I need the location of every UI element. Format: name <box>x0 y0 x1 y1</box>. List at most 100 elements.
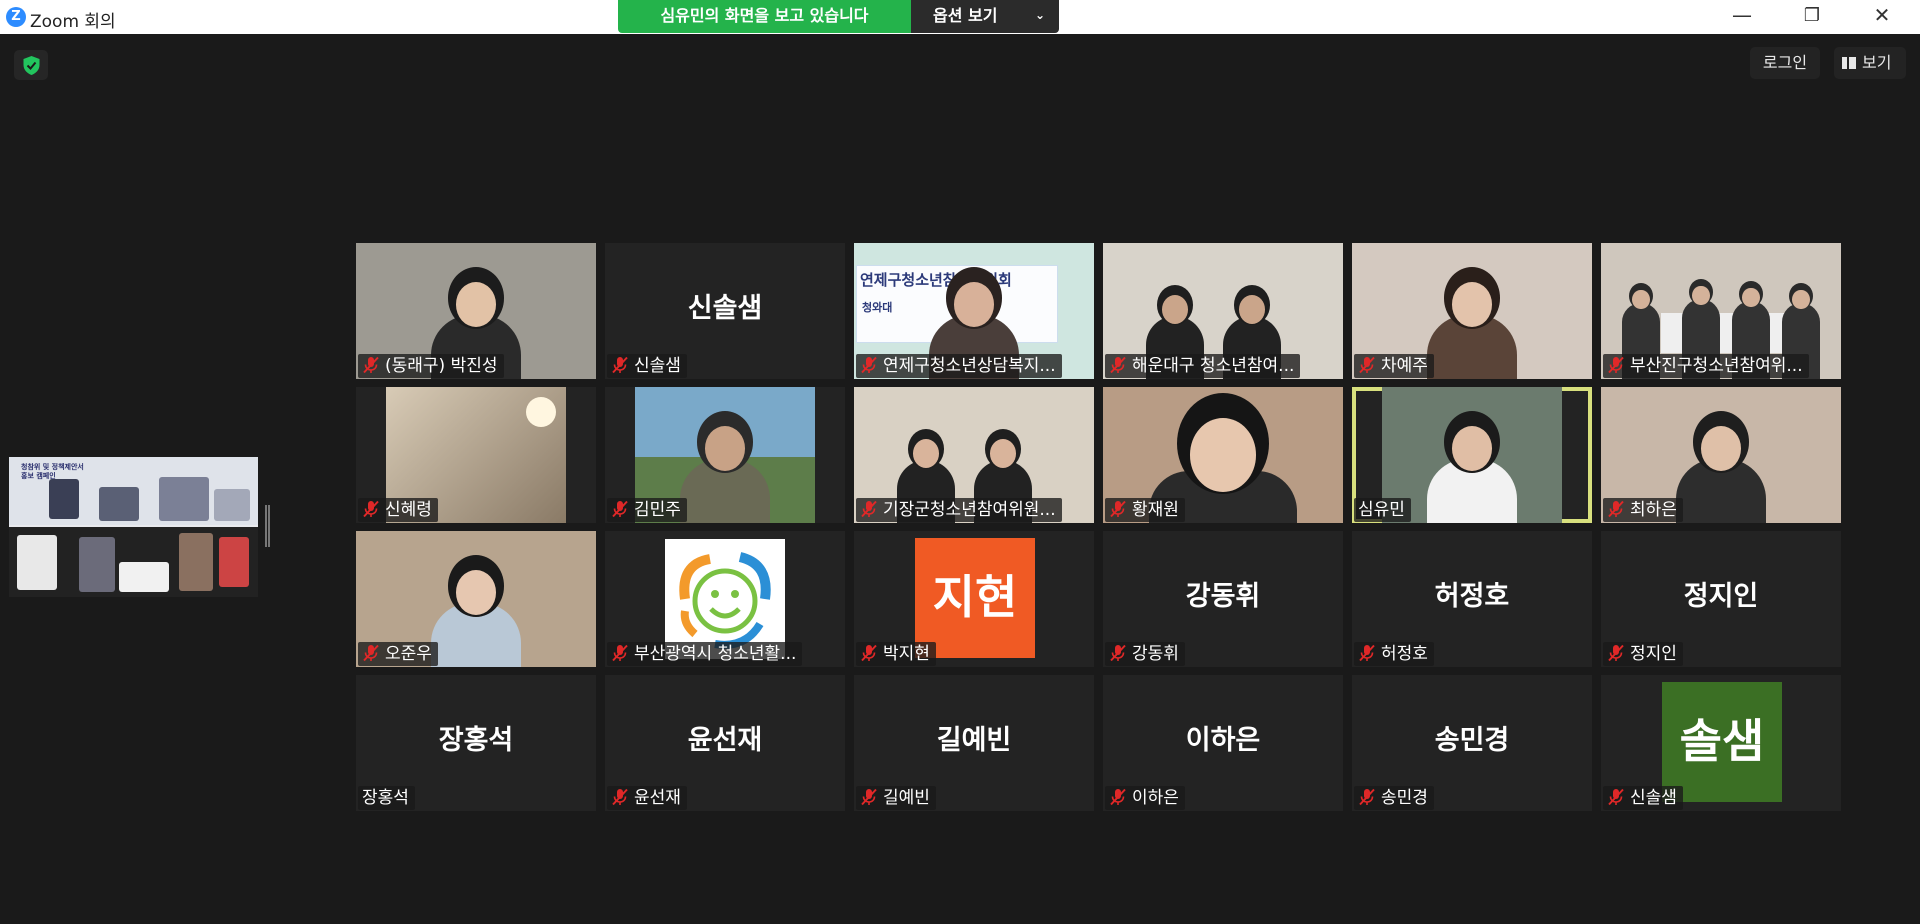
smile-logo-icon <box>679 552 771 649</box>
muted-mic-icon <box>1109 500 1127 518</box>
view-button[interactable]: 보기 <box>1834 47 1906 79</box>
shield-icon <box>23 56 40 75</box>
view-button-label: 보기 <box>1862 53 1892 72</box>
participant-tile[interactable]: 지현 박지현 <box>854 531 1094 667</box>
participant-tile[interactable]: 부산광역시 청소년활... <box>605 531 845 667</box>
view-options-label: 옵션 보기 <box>933 6 998 25</box>
participant-name: 이하은 <box>1132 788 1179 808</box>
participant-name: 허정호 <box>1381 644 1428 664</box>
muted-mic-icon <box>362 644 380 662</box>
photo-figure <box>219 537 249 587</box>
muted-mic-icon <box>1607 356 1625 374</box>
security-shield-button[interactable] <box>14 50 48 80</box>
participant-tile[interactable]: (동래구) 박진성 <box>356 243 596 379</box>
participant-name-label: 박지현 <box>856 642 936 666</box>
muted-mic-icon <box>860 356 878 374</box>
participant-name-label: 허정호 <box>1354 642 1434 666</box>
participant-name: 김민주 <box>634 500 681 520</box>
panel-resize-handle[interactable] <box>265 505 270 547</box>
minimize-button[interactable]: — <box>1714 0 1770 33</box>
muted-mic-icon <box>860 500 878 518</box>
participant-name: 정지인 <box>1630 644 1677 664</box>
organization-logo <box>665 539 785 659</box>
participant-name-label: 연제구청소년상담복지... <box>856 354 1062 378</box>
participant-name-label: 해운대구 청소년참여... <box>1105 354 1301 378</box>
participant-avatar: 솔샘 <box>1662 682 1782 802</box>
photo-figure <box>214 489 250 521</box>
participant-tile[interactable]: 오준우 <box>356 531 596 667</box>
participant-tile[interactable]: 김민주 <box>605 387 845 523</box>
restore-button[interactable]: ❐ <box>1784 0 1840 33</box>
participant-tile[interactable]: 송민경 송민경 <box>1352 675 1592 811</box>
participant-name: 오준우 <box>385 644 432 664</box>
zoom-logo-icon: Z <box>6 7 26 27</box>
participant-tile[interactable]: 장홍석 장홍석 <box>356 675 596 811</box>
participant-tile[interactable]: 정지인 정지인 <box>1601 531 1841 667</box>
participant-tile[interactable]: 허정호 허정호 <box>1352 531 1592 667</box>
close-button[interactable]: ✕ <box>1854 0 1910 33</box>
participant-name: 윤선재 <box>634 788 681 808</box>
muted-mic-icon <box>1358 356 1376 374</box>
participant-name-label: 김민주 <box>607 498 687 522</box>
participant-name-label: 이하은 <box>1105 786 1185 810</box>
participant-name: (동래구) 박진성 <box>385 356 498 376</box>
participant-name-label: 심유민 <box>1354 498 1411 522</box>
muted-mic-icon <box>362 356 380 374</box>
muted-mic-icon <box>1607 788 1625 806</box>
shared-screen-thumbnail[interactable]: 청참위 및 정책제안서 홍보 캠페인 <box>9 457 258 597</box>
window-title: Zoom 회의 <box>30 12 116 32</box>
participant-name: 장홍석 <box>362 788 409 808</box>
participant-tile[interactable]: 강동휘 강동휘 <box>1103 531 1343 667</box>
participant-name-label: 부산진구청소년참여위... <box>1603 354 1809 378</box>
participant-tile[interactable]: 연제구청소년참여위원회 청와대 연제구청소년상담복지... <box>854 243 1094 379</box>
participant-name-label: 송민경 <box>1354 786 1434 810</box>
participant-tile[interactable]: 부산진구청소년참여위... <box>1601 243 1841 379</box>
chevron-down-icon: ⌄ <box>1034 8 1045 22</box>
participant-tile[interactable]: 신혜령 <box>356 387 596 523</box>
participant-avatar: 지현 <box>915 538 1035 658</box>
participant-name: 송민경 <box>1381 788 1428 808</box>
participant-tile[interactable]: 차예주 <box>1352 243 1592 379</box>
view-layout-icon <box>1842 57 1856 69</box>
participant-name-label: 신솔샘 <box>1603 786 1683 810</box>
participant-tile[interactable]: 길예빈 길예빈 <box>854 675 1094 811</box>
participant-tile[interactable]: 신솔샘 신솔샘 <box>605 243 845 379</box>
participant-name-label: 신솔샘 <box>607 354 687 378</box>
participant-name-label: (동래구) 박진성 <box>358 354 504 378</box>
participant-name-label: 장홍석 <box>358 786 415 810</box>
participant-tile[interactable]: 황재원 <box>1103 387 1343 523</box>
view-options-button[interactable]: 옵션 보기 ⌄ <box>911 0 1059 33</box>
participant-name: 해운대구 청소년참여... <box>1132 356 1295 376</box>
participant-name-label: 황재원 <box>1105 498 1185 522</box>
participant-tile[interactable]: 윤선재 윤선재 <box>605 675 845 811</box>
shared-screen-photo-top: 청참위 및 정책제안서 홍보 캠페인 <box>9 457 258 525</box>
participant-name: 기장군청소년참여위원... <box>883 500 1056 520</box>
login-button[interactable]: 로그인 <box>1750 47 1820 79</box>
participant-name: 연제구청소년상담복지... <box>883 356 1056 376</box>
participant-name-label: 강동휘 <box>1105 642 1185 666</box>
photo-figure <box>79 537 115 592</box>
muted-mic-icon <box>1109 644 1127 662</box>
screen-share-banner: 심유민의 화면을 보고 있습니다 <box>618 0 911 33</box>
participant-tile[interactable]: 기장군청소년참여위원... <box>854 387 1094 523</box>
muted-mic-icon <box>1358 788 1376 806</box>
muted-mic-icon <box>611 356 629 374</box>
muted-mic-icon <box>1109 356 1127 374</box>
participant-name: 박지현 <box>883 644 930 664</box>
participant-tile[interactable]: 해운대구 청소년참여... <box>1103 243 1343 379</box>
participant-name-label: 부산광역시 청소년활... <box>607 642 803 666</box>
muted-mic-icon <box>362 500 380 518</box>
participant-name: 부산광역시 청소년활... <box>634 644 797 664</box>
muted-mic-icon <box>1607 500 1625 518</box>
muted-mic-icon <box>860 644 878 662</box>
participant-name-label: 차예주 <box>1354 354 1434 378</box>
participant-tile[interactable]: 심유민 <box>1352 387 1592 523</box>
participant-tile[interactable]: 솔샘 신솔샘 <box>1601 675 1841 811</box>
participant-name-label: 오준우 <box>358 642 438 666</box>
muted-mic-icon <box>1607 644 1625 662</box>
participant-tile[interactable]: 최하은 <box>1601 387 1841 523</box>
participant-tile[interactable]: 이하은 이하은 <box>1103 675 1343 811</box>
participant-name: 신솔샘 <box>634 356 681 376</box>
muted-mic-icon <box>860 788 878 806</box>
muted-mic-icon <box>611 500 629 518</box>
